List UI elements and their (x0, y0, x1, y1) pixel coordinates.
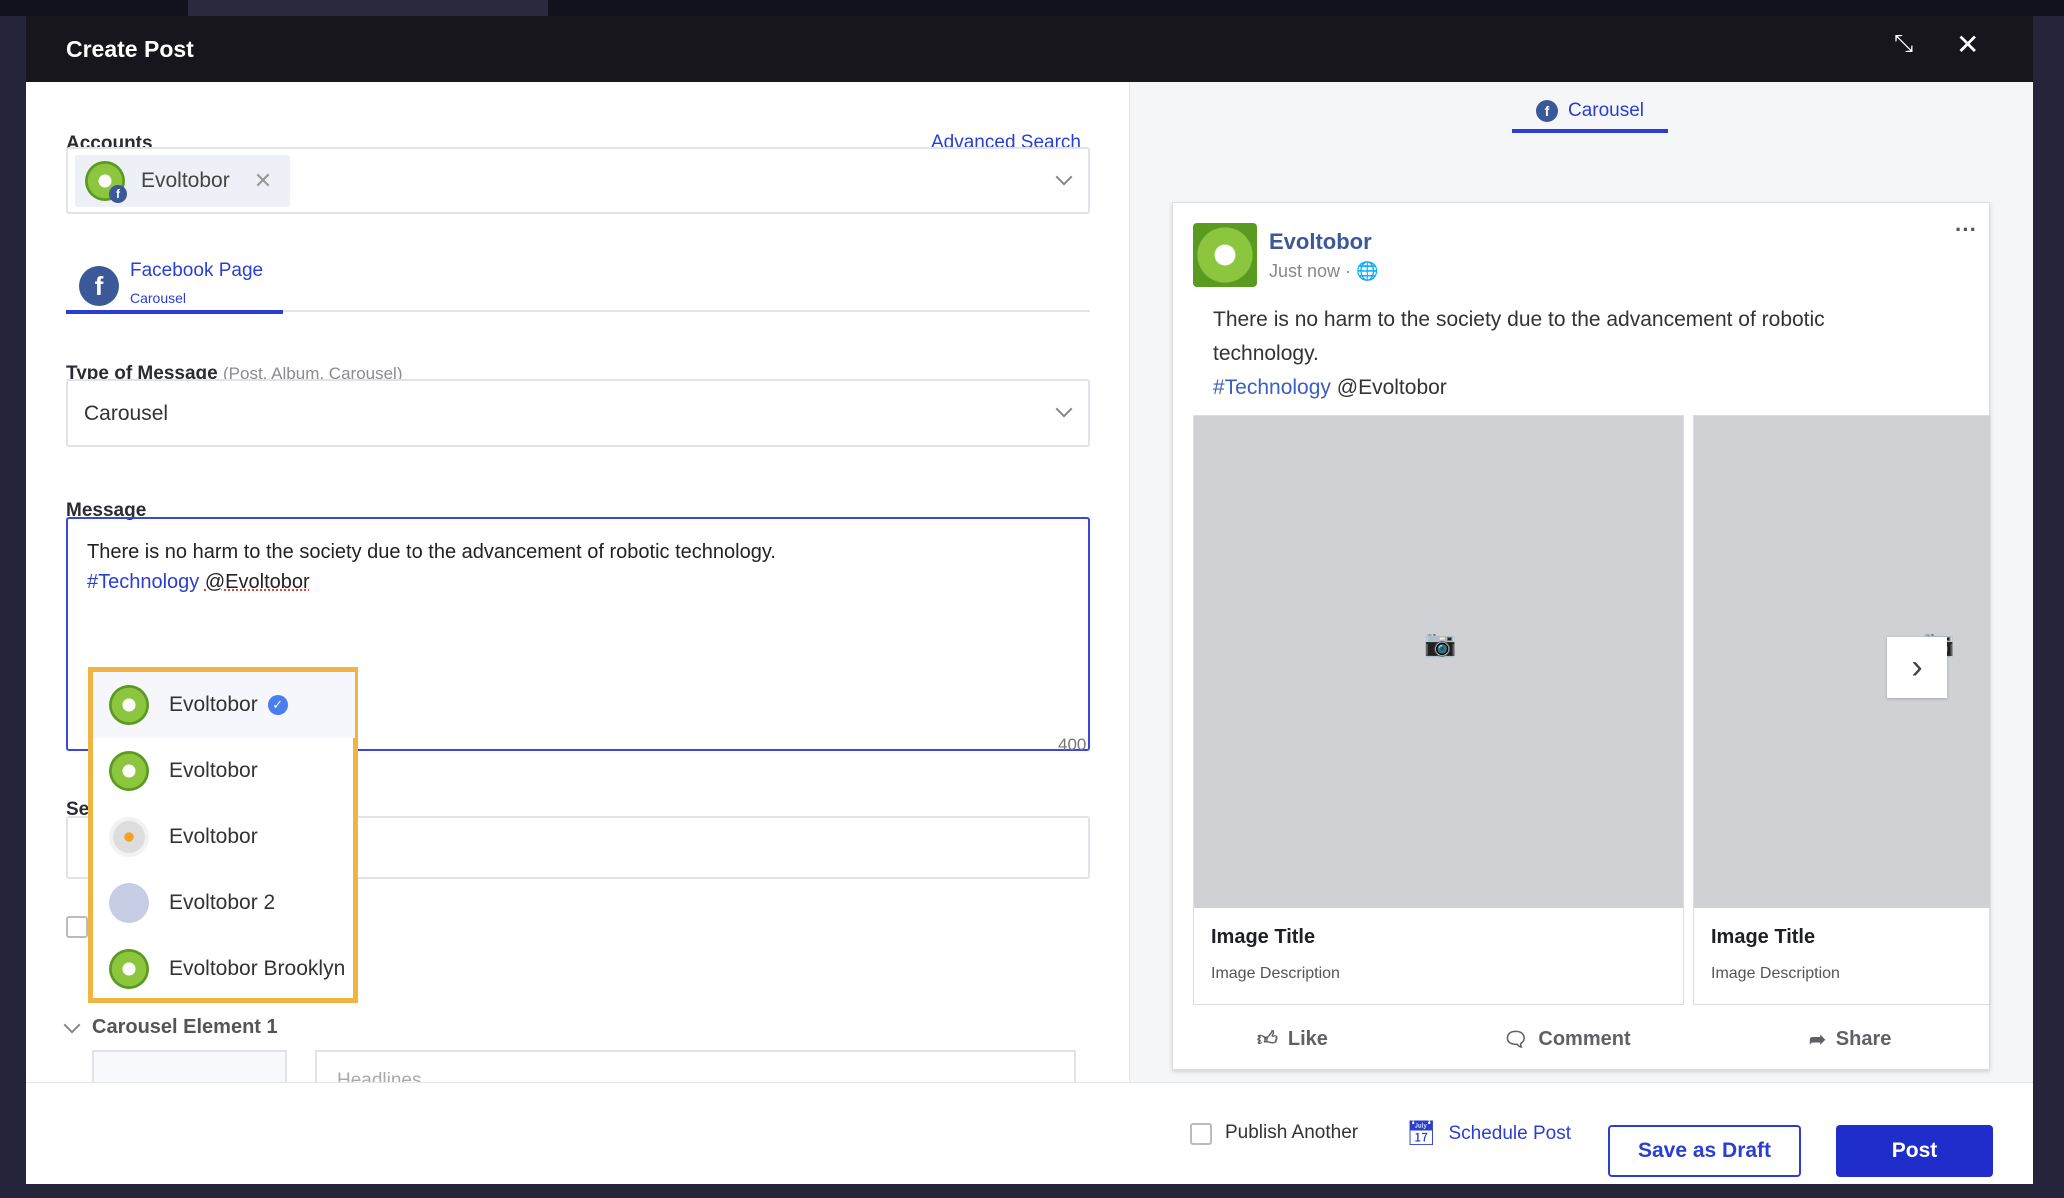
close-icon[interactable]: ✕ (1956, 28, 1979, 61)
share-label: Share (1835, 1028, 1892, 1050)
save-draft-button[interactable]: Save as Draft (1608, 1125, 1801, 1177)
account-chip: f Evoltobor ✕ (75, 155, 290, 207)
post-time-text: Just now · (1269, 261, 1352, 281)
schedule-post-label: Schedule Post (1448, 1122, 1571, 1144)
camera-icon: 📷 (1424, 628, 1457, 658)
mention-option-label: Evoltobor (169, 693, 258, 716)
mention-option[interactable]: Evoltobor Brooklyn (93, 936, 355, 1002)
more-options-icon[interactable]: ··· (1955, 217, 1977, 243)
modal-header: Create Post ⤡ ✕ (26, 16, 2033, 82)
post-text: There is no harm to the society due to t… (1213, 303, 1825, 405)
post-time: Just now · 🌐 (1269, 261, 1378, 282)
mention-option-label: Evoltobor (169, 825, 258, 848)
card-image-placeholder: 📷 (1194, 416, 1683, 908)
browser-tab[interactable] (188, 0, 548, 16)
post-text-line1: There is no harm to the society due to t… (1213, 308, 1825, 331)
tab-facebook-page-label: Facebook Page (130, 260, 264, 281)
comment-icon: 🗨︎ (1503, 1029, 1529, 1051)
message-type-select[interactable]: Carousel (66, 379, 1090, 447)
publish-another-label: Publish Another (1225, 1122, 1359, 1143)
schedule-post-button[interactable]: 📅︎ Schedule Post (1406, 1119, 1571, 1148)
facebook-post-preview: Evoltobor Just now · 🌐 ··· There is no h… (1172, 202, 1991, 1070)
collapse-icon[interactable]: ⤡ (1894, 30, 1913, 58)
modal-title: Create Post (66, 36, 194, 62)
carousel-card: 📷 Image Title Image Description (1193, 415, 1684, 1005)
chevron-down-icon (1055, 168, 1073, 186)
account-avatar (109, 949, 149, 989)
thumbs-up-icon: 👍︎ (1257, 1028, 1278, 1050)
accounts-select[interactable]: f Evoltobor ✕ (66, 147, 1090, 214)
account-avatar: f (85, 161, 127, 203)
account-avatar (109, 751, 149, 791)
post-hashtag[interactable]: #Technology (1213, 376, 1331, 399)
comment-button[interactable]: 🗨︎ Comment (1503, 1027, 1631, 1052)
modal-footer: Publish Another 📅︎ Schedule Post Save as … (26, 1082, 2033, 1184)
calendar-icon: 📅︎ (1406, 1120, 1437, 1147)
message-mention[interactable]: @Evoltobor (205, 571, 310, 593)
card-title: Image Title (1711, 926, 1816, 948)
tab-facebook-page-type: Carousel (130, 290, 187, 306)
message-type-value: Carousel (84, 402, 169, 425)
create-post-modal: Create Post ⤡ ✕ Accounts Advanced Search… (26, 16, 2033, 1184)
account-chip-label: Evoltobor (141, 169, 230, 192)
mention-option-label: Evoltobor (169, 759, 258, 782)
facebook-icon: f (1535, 100, 1558, 122)
publish-another-checkbox[interactable] (1190, 1123, 1212, 1145)
mention-option-label: Evoltobor Brooklyn (169, 957, 346, 980)
chevron-down-icon (63, 1016, 81, 1033)
chevron-down-icon (1055, 400, 1073, 418)
message-text-line1: There is no harm to the society due to t… (87, 541, 776, 563)
tab-facebook-page[interactable]: f Facebook Page Carousel (66, 260, 283, 314)
mention-dropdown: Evoltobor ✓ Evoltobor Evoltobor Evoltobor… (88, 667, 358, 1003)
carousel-element-label: Carousel Element 1 (92, 1016, 278, 1038)
card-title: Image Title (1211, 926, 1316, 948)
option-checkbox[interactable] (66, 916, 88, 938)
tab-carousel-preview[interactable]: f Carousel (1512, 100, 1668, 133)
account-avatar (109, 685, 149, 725)
tab-carousel-label: Carousel (1567, 100, 1645, 121)
share-button[interactable]: ➦ Share (1809, 1027, 1891, 1052)
carousel-element-toggle[interactable]: Carousel Element 1 (63, 1016, 278, 1039)
facebook-icon: f (79, 266, 119, 306)
mention-option[interactable]: Evoltobor 2 (93, 870, 355, 936)
mention-option[interactable]: Evoltobor (93, 738, 355, 804)
card-description: Image Description (1211, 965, 1340, 982)
card-description: Image Description (1711, 965, 1840, 982)
like-label: Like (1287, 1027, 1328, 1050)
carousel-card: 📷 Image Title Image Description (1693, 415, 1991, 1005)
post-mention[interactable]: @Evoltobor (1337, 376, 1447, 399)
post-text-line3: #Technology @Evoltobor (1213, 371, 1825, 405)
mention-option[interactable]: Evoltobor (93, 804, 355, 870)
page-name[interactable]: Evoltobor (1269, 229, 1372, 255)
remove-account-icon[interactable]: ✕ (254, 168, 272, 194)
robot-avatar (109, 817, 149, 857)
char-count: 400 (1058, 735, 1087, 754)
post-text-line2: technology. (1213, 342, 1319, 365)
comment-label: Comment (1538, 1028, 1631, 1050)
post-button[interactable]: Post (1836, 1125, 1993, 1177)
share-icon: ➦ (1809, 1029, 1826, 1051)
preview-panel: f Carousel Evoltobor Just now · 🌐 ··· Th… (1129, 82, 2033, 1082)
message-hashtag[interactable]: #Technology (87, 571, 199, 593)
page-avatar (1193, 223, 1257, 287)
verified-badge-icon: ✓ (267, 695, 288, 715)
mention-option[interactable]: Evoltobor ✓ (93, 672, 355, 738)
flag-avatar (109, 883, 149, 923)
globe-icon: 🌐 (1356, 261, 1379, 281)
message-text-line2: #Technology @Evoltobor (87, 571, 310, 594)
carousel-next-button[interactable]: › (1887, 637, 1947, 698)
mention-option-label: Evoltobor 2 (169, 891, 276, 914)
like-button[interactable]: 👍︎ Like (1257, 1027, 1328, 1051)
facebook-badge-icon: f (109, 185, 127, 203)
